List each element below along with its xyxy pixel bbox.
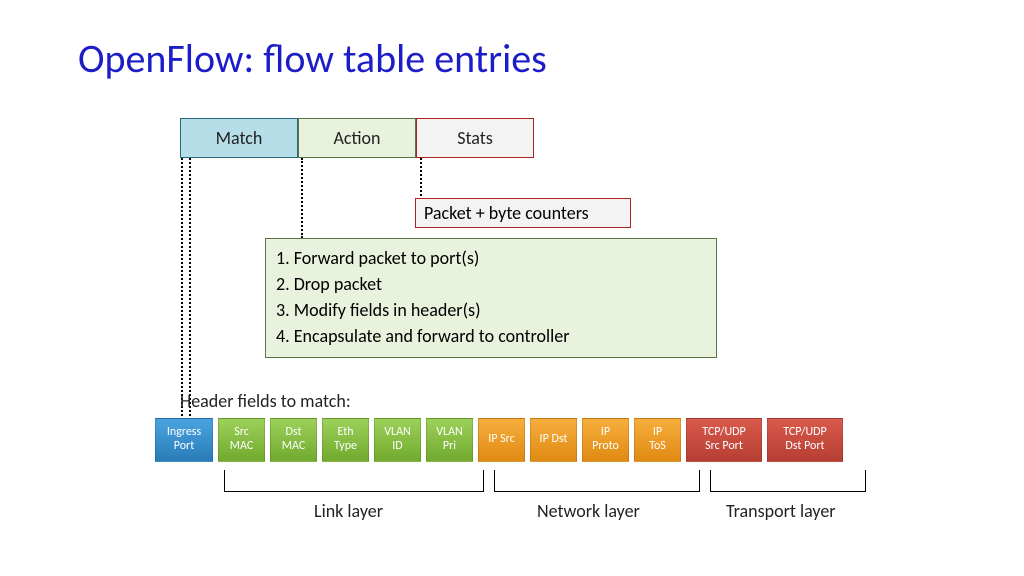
header-ip-tos: IP ToS <box>634 418 681 462</box>
header-ip-dst: IP Dst <box>530 418 577 462</box>
transport-layer-label: Transport layer <box>726 500 836 522</box>
flow-table-columns: Match Action Stats <box>180 118 534 158</box>
header-src-mac: Src MAC <box>218 418 265 462</box>
connector-action <box>301 158 303 238</box>
header-fields-row: Ingress Port Src MAC Dst MAC Eth Type VL… <box>155 418 843 462</box>
link-layer-label: Link layer <box>314 500 383 522</box>
header-ip-src: IP Src <box>478 418 525 462</box>
action-item: 1. Forward packet to port(s) <box>276 245 706 271</box>
header-vlan-id: VLAN ID <box>374 418 421 462</box>
bracket-transport-layer <box>710 470 866 492</box>
match-fields-label: Header fields to match: <box>180 390 351 412</box>
connector-stats <box>420 158 422 196</box>
header-tcp-src-port: TCP/UDP Src Port <box>686 418 762 462</box>
bracket-network-layer <box>494 470 700 492</box>
action-column-header: Action <box>298 118 416 158</box>
header-ip-proto: IP Proto <box>582 418 629 462</box>
header-vlan-pri: VLAN Pri <box>426 418 473 462</box>
actions-list-box: 1. Forward packet to port(s) 2. Drop pac… <box>265 238 717 358</box>
stats-column-header: Stats <box>416 118 534 158</box>
connector-match-b <box>189 158 191 416</box>
header-dst-mac: Dst MAC <box>270 418 317 462</box>
bracket-link-layer <box>224 470 484 492</box>
action-item: 4. Encapsulate and forward to controller <box>276 323 706 349</box>
network-layer-label: Network layer <box>537 500 640 522</box>
header-tcp-dst-port: TCP/UDP Dst Port <box>767 418 843 462</box>
header-ingress-port: Ingress Port <box>155 418 213 462</box>
action-item: 2. Drop packet <box>276 271 706 297</box>
action-item: 3. Modify fields in header(s) <box>276 297 706 323</box>
connector-match <box>181 158 183 416</box>
page-title: OpenFlow: flow table entries <box>78 34 547 83</box>
stats-detail-box: Packet + byte counters <box>415 198 631 228</box>
match-column-header: Match <box>180 118 298 158</box>
header-eth-type: Eth Type <box>322 418 369 462</box>
